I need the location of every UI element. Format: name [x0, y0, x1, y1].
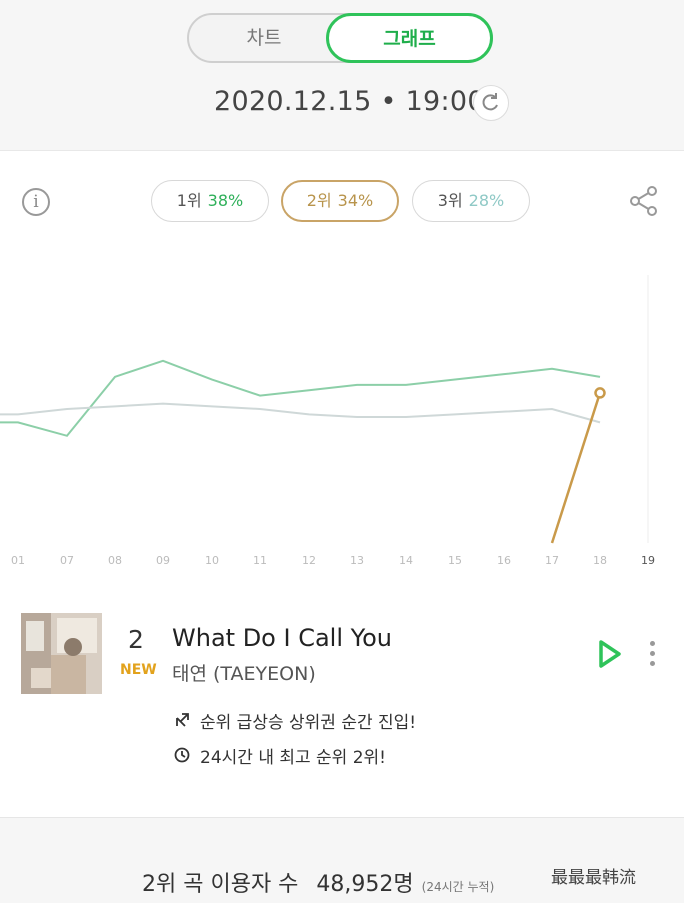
rank-pill-percent: 38% [207, 191, 244, 210]
x-tick-label: 18 [593, 554, 607, 567]
tab-graph[interactable]: 그래프 [326, 13, 493, 63]
x-tick-label: 19 [641, 554, 655, 567]
x-tick-label: 11 [253, 554, 267, 567]
info-icon[interactable]: i [22, 188, 50, 216]
rank-pill-1[interactable]: 1위 38% [151, 180, 269, 222]
users-note: (24시간 누적) [421, 880, 495, 894]
more-vertical-icon[interactable] [650, 641, 656, 671]
rank-up-icon [174, 712, 192, 733]
album-cover[interactable] [21, 613, 102, 694]
song-title[interactable]: What Do I Call You [172, 624, 392, 652]
users-count: 48,952명 [316, 872, 414, 897]
refresh-button[interactable] [473, 85, 509, 121]
share-icon [630, 186, 657, 216]
x-tick-label: 13 [350, 554, 364, 567]
x-tick-label: 08 [108, 554, 122, 567]
note-text: 순위 급상승 상위권 순간 진입! [200, 713, 417, 733]
rank-pill-3[interactable]: 3위 28% [412, 180, 530, 222]
series-line-1 [0, 359, 601, 437]
play-icon [599, 640, 621, 668]
new-badge: NEW [120, 662, 157, 678]
series-marker [594, 387, 606, 399]
note-best-rank: 24시간 내 최고 순위 2위! [174, 743, 386, 768]
x-tick-label: 15 [448, 554, 462, 567]
rank-pill-percent: 28% [468, 191, 505, 210]
x-tick-label: 12 [302, 554, 316, 567]
chart-datetime: 2020.12.15 • 19:00 [214, 86, 485, 117]
rank-pill-percent: 34% [337, 191, 374, 210]
x-tick-label: 09 [156, 554, 170, 567]
rank-pill-2[interactable]: 2위 34% [281, 180, 399, 222]
users-label: 2위 곡 이용자 수 [142, 872, 299, 897]
x-tick-label: 17 [545, 554, 559, 567]
song-rank: 2 [128, 625, 144, 654]
rank-graph: 01 07 08 09 10 11 12 13 14 15 16 17 18 19 [0, 275, 655, 567]
users-stat: 2위 곡 이용자 수 48,952명 (24시간 누적) [142, 866, 494, 898]
clock-icon [174, 747, 192, 768]
x-tick-label: 10 [205, 554, 219, 567]
x-tick-label: 16 [497, 554, 511, 567]
play-button[interactable] [596, 638, 624, 674]
watermark: 最最最韩流 [551, 868, 636, 888]
tab-chart[interactable]: 차트 [189, 15, 339, 61]
x-tick-label: 01 [11, 554, 25, 567]
rank-pill-label: 2위 [306, 191, 332, 210]
song-artist[interactable]: 태연 (TAEYEON) [172, 659, 316, 686]
refresh-icon [482, 93, 498, 111]
view-toggle[interactable]: 차트 그래프 [187, 13, 493, 63]
note-text: 24시간 내 최고 순위 2위! [200, 748, 386, 768]
rank-pill-label: 3위 [437, 191, 463, 210]
x-tick-label: 07 [60, 554, 74, 567]
x-tick-label: 14 [399, 554, 413, 567]
share-button[interactable] [628, 186, 660, 220]
rank-pill-label: 1위 [176, 191, 202, 210]
note-rank-up: 순위 급상승 상위권 순간 진입! [174, 708, 416, 733]
